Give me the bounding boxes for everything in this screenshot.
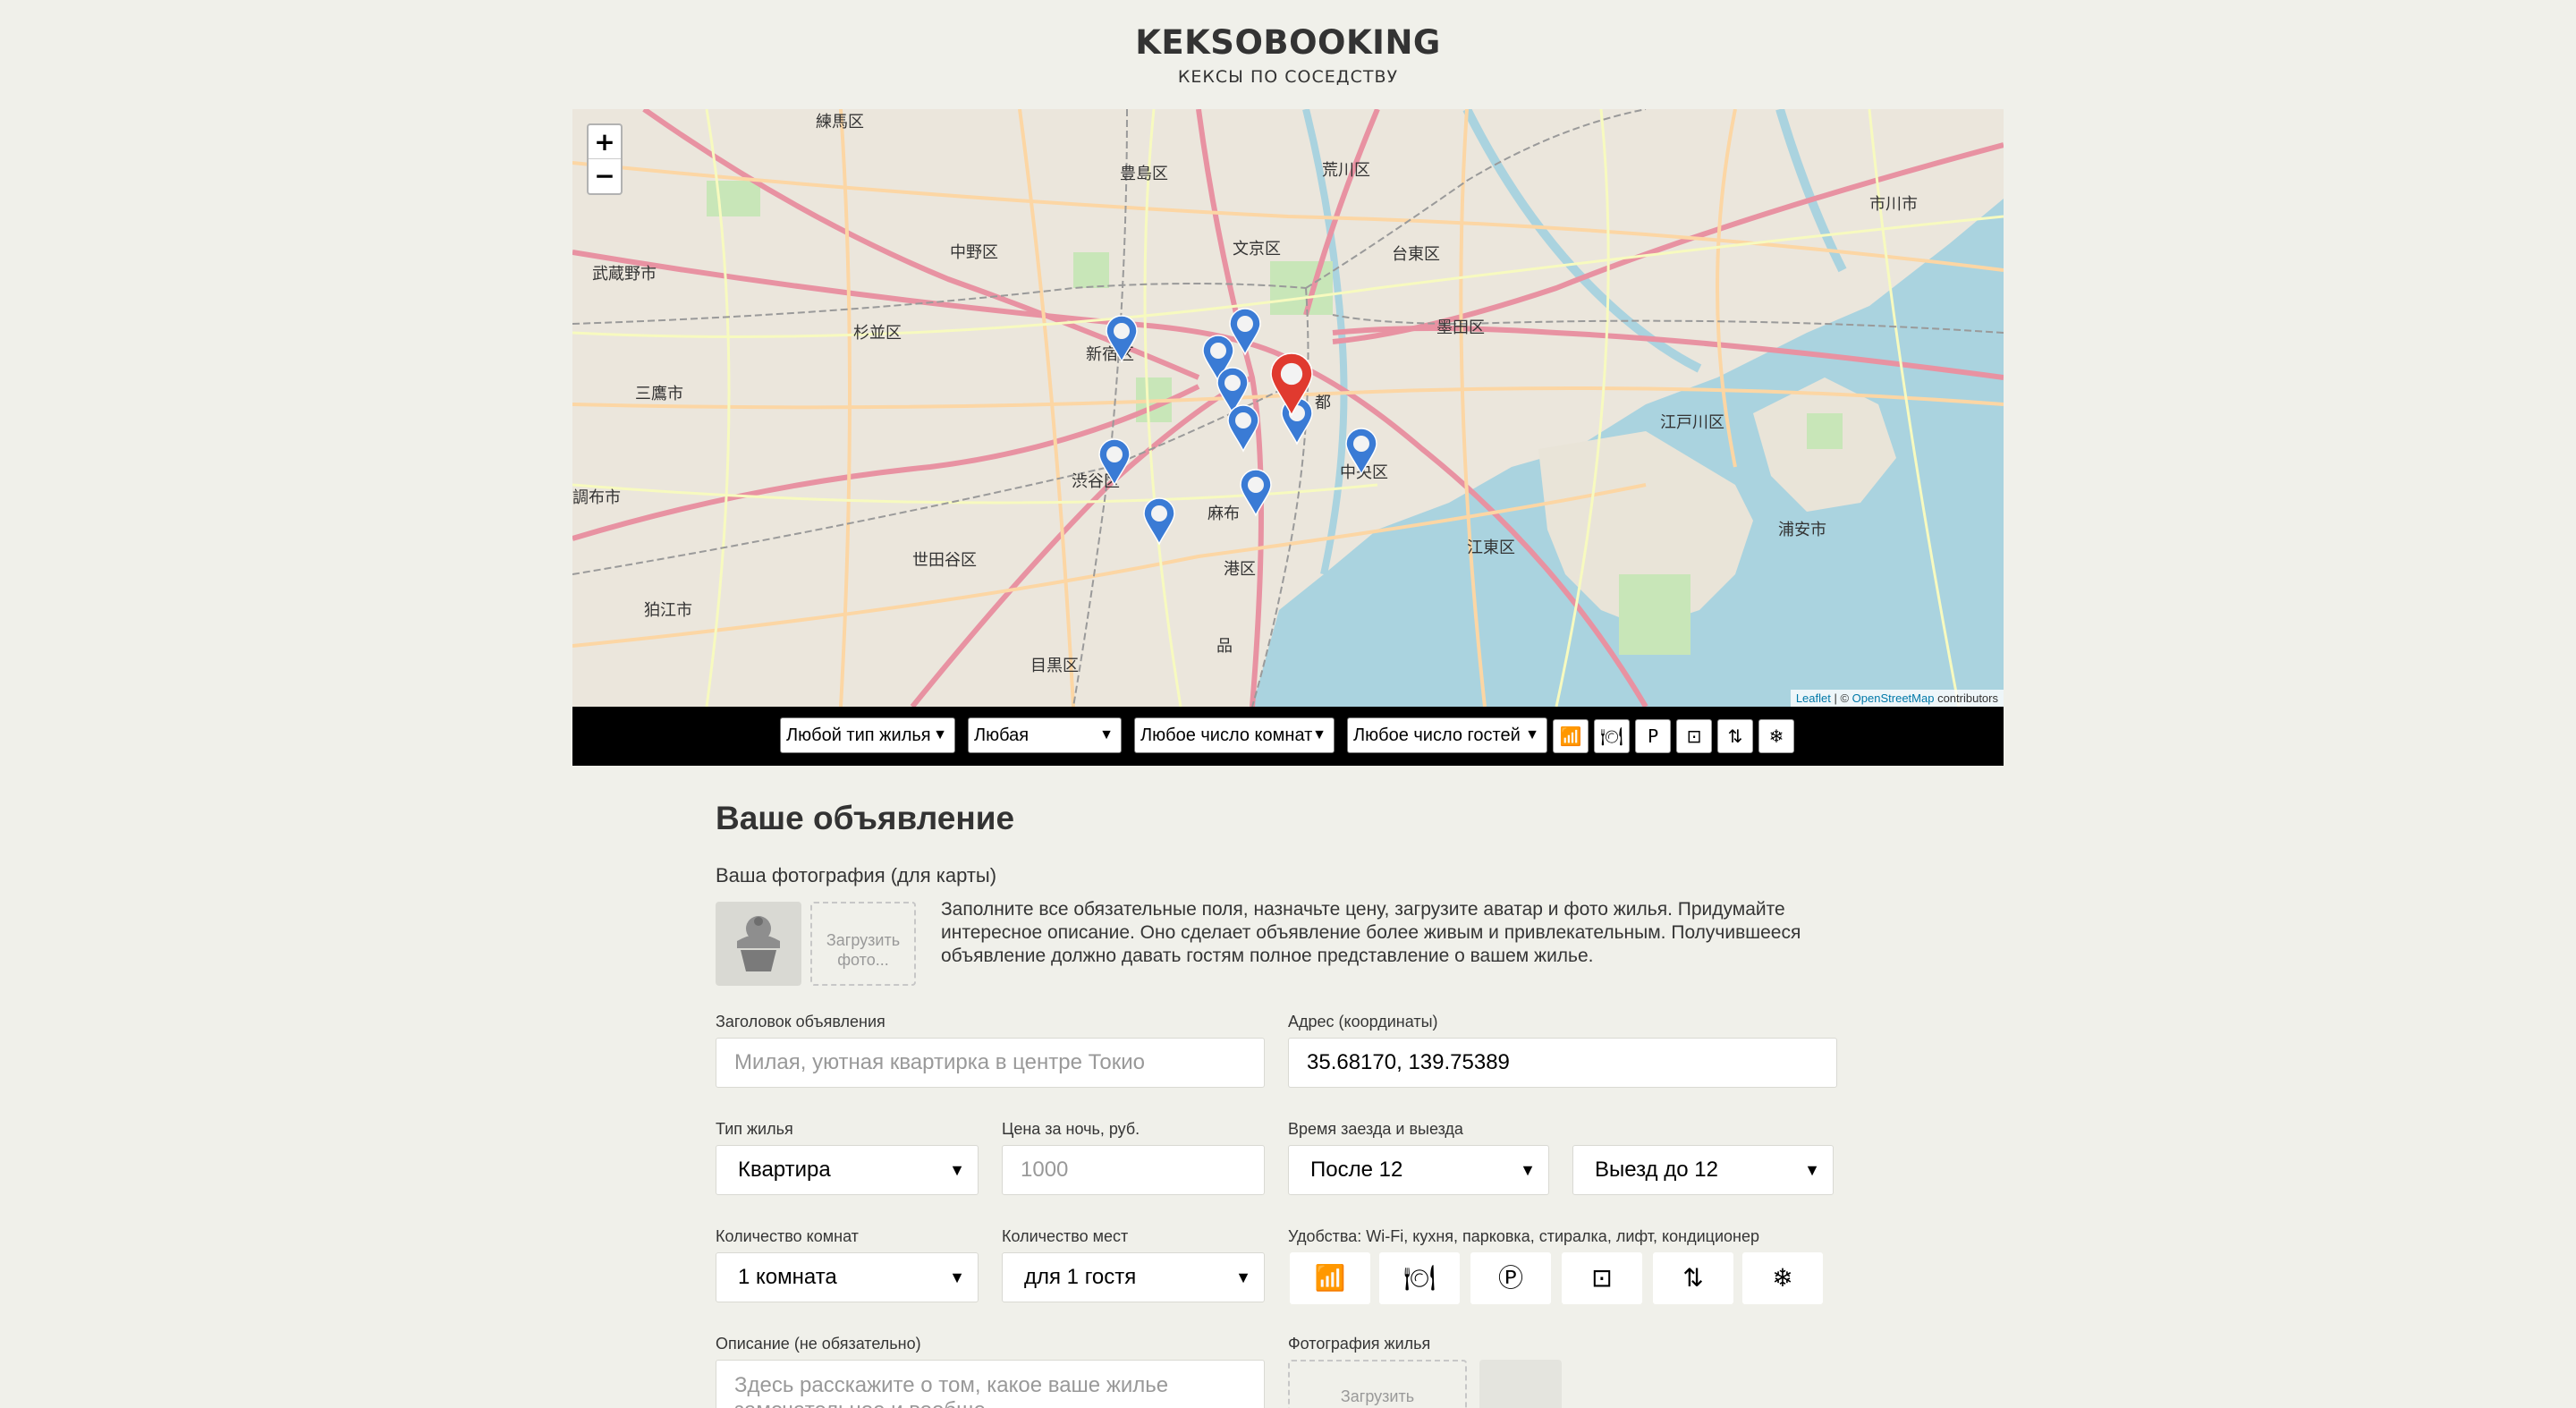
price-filter[interactable]: Любая ▼	[968, 717, 1122, 753]
capacity-select-value: для 1 гостя	[1024, 1265, 1137, 1289]
filter-conditioner-icon[interactable]: ❄	[1758, 719, 1794, 753]
filter-wifi-icon[interactable]: 📶	[1553, 719, 1589, 753]
checkin-select-value: После 12	[1310, 1158, 1403, 1182]
time-label: Время заезда и выезда	[1288, 1120, 1463, 1138]
ad-pin[interactable]	[1098, 438, 1131, 487]
address-label: Адрес (координаты)	[1288, 1013, 1438, 1031]
rooms-select-value: 1 комната	[738, 1265, 837, 1289]
housing-type-filter-value: Любой тип жилья	[786, 725, 931, 745]
rooms-filter[interactable]: Любое число комнат ▼	[1134, 717, 1335, 753]
osm-link[interactable]: OpenStreetMap	[1852, 691, 1935, 705]
type-label: Тип жилья	[716, 1120, 793, 1138]
ad-pin[interactable]	[1240, 469, 1272, 517]
chevron-down-icon: ▼	[1099, 727, 1114, 742]
chevron-down-icon: ▼	[949, 1161, 965, 1179]
checkin-select[interactable]: После 12 ▼	[1288, 1145, 1549, 1195]
attribution-tail: contributors	[1934, 691, 1998, 705]
map-attribution: Leaflet | © OpenStreetMap contributors	[1790, 690, 2004, 707]
capacity-select[interactable]: для 1 гостя ▼	[1002, 1252, 1265, 1302]
photo-preview	[1479, 1360, 1562, 1408]
chevron-down-icon: ▼	[949, 1268, 965, 1286]
feature-parking-icon[interactable]: Ⓟ	[1470, 1252, 1551, 1304]
zoom-out-button[interactable]: −	[589, 159, 621, 193]
chevron-down-icon: ▼	[1804, 1161, 1820, 1179]
chevron-down-icon: ▼	[1235, 1268, 1251, 1286]
chevron-down-icon: ▼	[1525, 727, 1539, 742]
chevron-down-icon: ▼	[1520, 1161, 1536, 1179]
form-note: Заполните все обязательные поля, назначь…	[941, 899, 1801, 966]
type-select[interactable]: Квартира ▼	[716, 1145, 979, 1195]
logo-subtitle: КЕКСЫ ПО СОСЕДСТВУ	[1177, 67, 1399, 87]
photo-label: Фотография жилья	[1288, 1335, 1431, 1353]
title-input[interactable]: Милая, уютная квартирка в центре Токио	[716, 1038, 1265, 1088]
filter-dishwasher-icon[interactable]: 🍽	[1594, 719, 1630, 753]
feature-wifi-icon[interactable]: 📶	[1290, 1252, 1370, 1304]
ad-pin[interactable]	[1345, 428, 1377, 476]
photo-upload[interactable]: Загрузить	[1288, 1360, 1467, 1408]
filter-washer-icon[interactable]: ⊡	[1676, 719, 1712, 753]
chevron-down-icon: ▼	[933, 727, 947, 742]
avatar-label: Ваша фотография (для карты)	[716, 864, 997, 886]
ad-pin[interactable]	[1229, 308, 1261, 356]
filter-parking-icon[interactable]: P	[1635, 719, 1671, 753]
rooms-filter-value: Любое число комнат	[1140, 725, 1313, 745]
address-input[interactable]: 35.68170, 139.75389	[1288, 1038, 1837, 1088]
rooms-select[interactable]: 1 комната ▼	[716, 1252, 979, 1302]
guests-filter-value: Любое число гостей	[1353, 725, 1521, 745]
attribution-sep: | ©	[1830, 691, 1852, 705]
map[interactable]: 練馬区 豊島区 荒川区 市川市 中野区 文京区 台東区 武蔵野市 杉並区 新宿区…	[572, 109, 2004, 707]
logo-title[interactable]: KEKSOBOOKING	[0, 23, 2576, 62]
feature-elevator-icon[interactable]: ⇅	[1653, 1252, 1733, 1304]
type-select-value: Квартира	[738, 1158, 831, 1182]
feature-washer-icon[interactable]: ⊡	[1562, 1252, 1642, 1304]
ad-pin[interactable]	[1143, 497, 1175, 546]
map-pins[interactable]	[572, 109, 2004, 707]
cupcake-icon	[737, 916, 780, 971]
leaflet-link[interactable]: Leaflet	[1796, 691, 1831, 705]
filter-elevator-icon[interactable]: ⇅	[1717, 719, 1753, 753]
site-header: KEKSOBOOKING КЕКСЫ ПО СОСЕДСТВУ	[0, 23, 2576, 87]
housing-type-filter[interactable]: Любой тип жилья ▼	[780, 717, 955, 753]
ad-pin[interactable]	[1106, 315, 1138, 363]
price-label: Цена за ночь, руб.	[1002, 1120, 1140, 1138]
zoom-control: + −	[587, 123, 623, 195]
capacity-label: Количество мест	[1002, 1227, 1129, 1245]
checkout-select-value: Выезд до 12	[1595, 1158, 1718, 1182]
description-label: Описание (не обязательно)	[716, 1335, 921, 1353]
feature-dishwasher-icon[interactable]: 🍽	[1379, 1252, 1460, 1304]
form-heading: Ваше объявление	[716, 800, 1015, 836]
avatar-upload[interactable]: Загрузить фото...	[810, 902, 916, 986]
feature-conditioner-icon[interactable]: ❄	[1742, 1252, 1823, 1304]
description-textarea[interactable]: Здесь расскажите о том, какое ваше жилье…	[716, 1360, 1265, 1408]
chevron-down-icon: ▼	[1312, 727, 1326, 742]
price-filter-value: Любая	[974, 725, 1030, 745]
guests-filter[interactable]: Любое число гостей ▼	[1347, 717, 1547, 753]
avatar-preview	[716, 902, 801, 986]
map-filters: Любой тип жилья ▼ Любая ▼ Любое число комн…	[572, 707, 2004, 766]
price-input[interactable]: 1000	[1002, 1145, 1265, 1195]
zoom-in-button[interactable]: +	[589, 125, 621, 159]
rooms-label: Количество комнат	[716, 1227, 859, 1245]
checkout-select[interactable]: Выезд до 12 ▼	[1572, 1145, 1834, 1195]
title-label: Заголовок объявления	[716, 1013, 886, 1031]
ad-pin[interactable]	[1227, 404, 1259, 453]
features-label: Удобства: Wi-Fi, кухня, парковка, стирал…	[1288, 1227, 1759, 1245]
